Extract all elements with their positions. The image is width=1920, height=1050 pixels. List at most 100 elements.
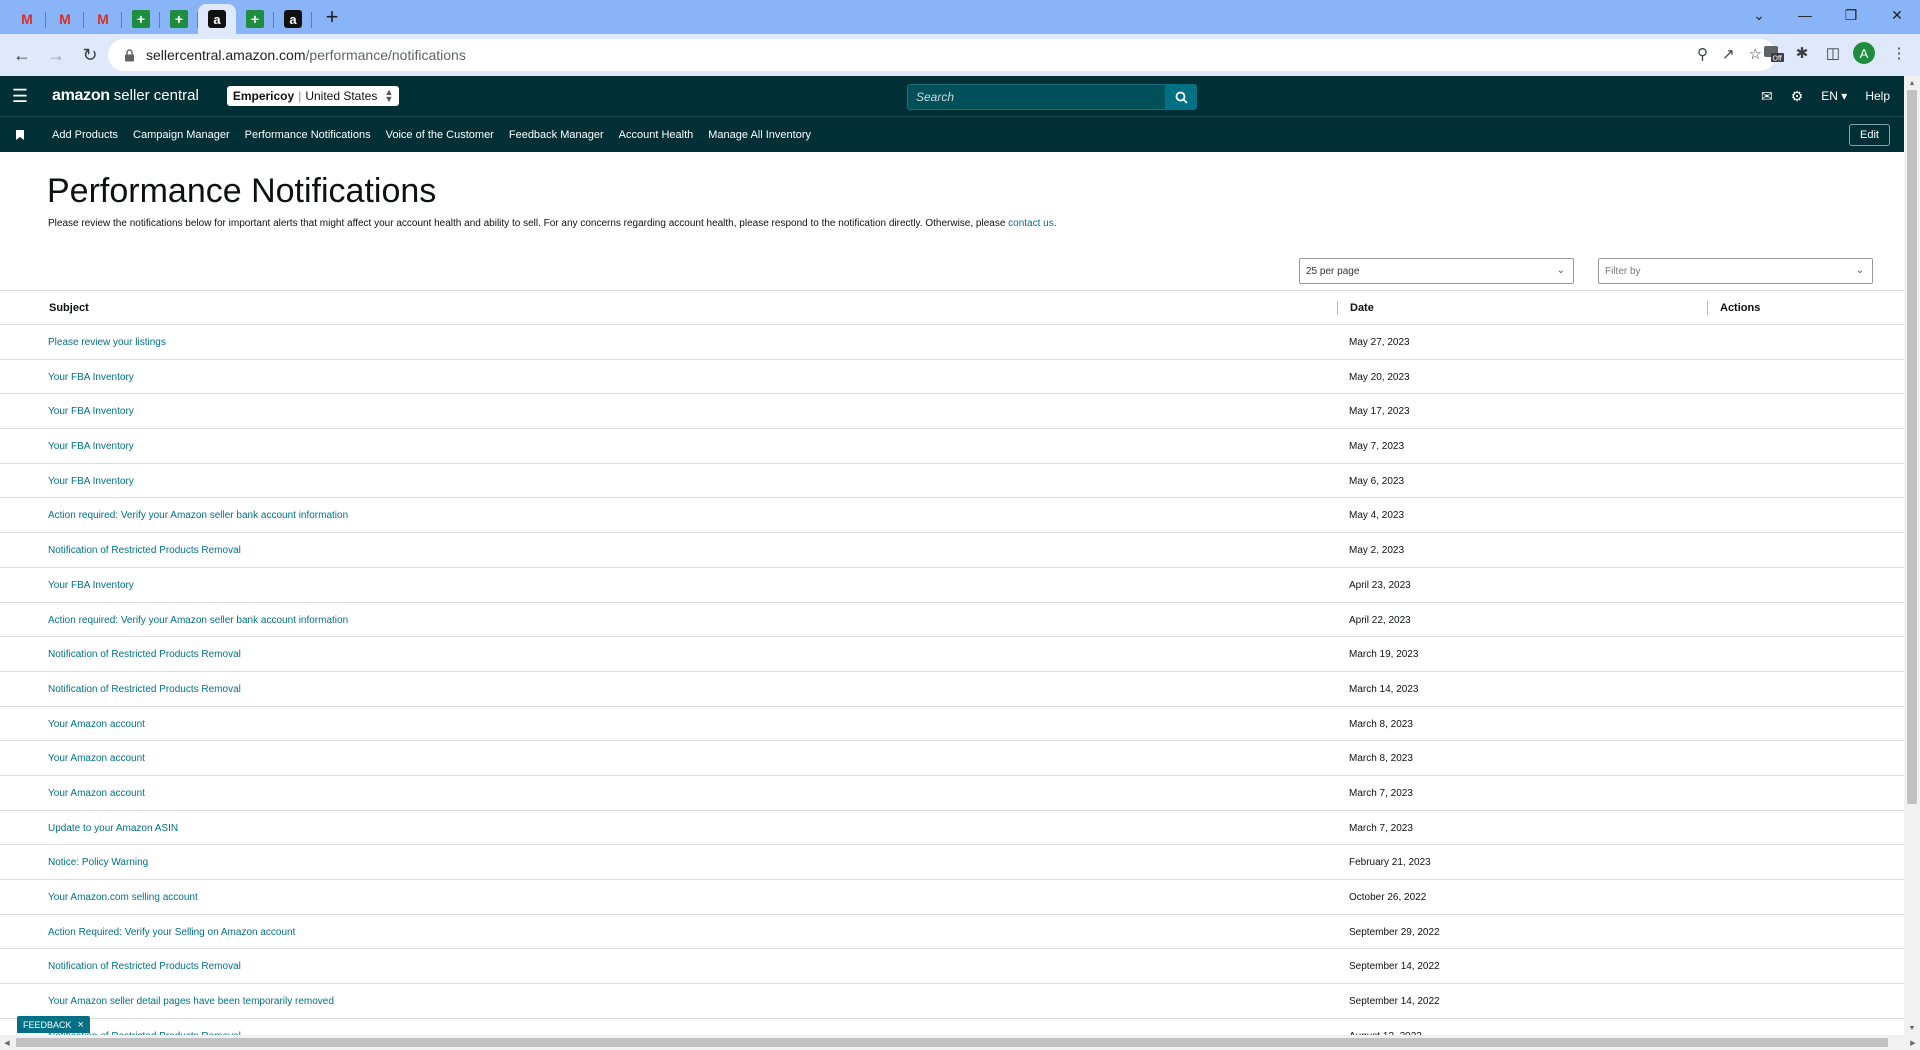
table-row: Action required: Verify your Amazon sell… bbox=[0, 603, 1904, 638]
table-row: Your Amazon seller detail pages have bee… bbox=[0, 984, 1904, 1019]
notification-date: March 7, 2023 bbox=[1349, 822, 1413, 834]
table-row: Notification of Restricted Products Remo… bbox=[0, 1019, 1904, 1035]
amazon-icon: a bbox=[208, 10, 226, 28]
notification-date: March 14, 2023 bbox=[1349, 683, 1419, 695]
column-date[interactable]: Date bbox=[1350, 302, 1374, 314]
notification-subject-link[interactable]: Your FBA Inventory bbox=[48, 406, 134, 417]
notification-subject-link[interactable]: Your Amazon.com selling account bbox=[48, 892, 198, 903]
scroll-thumb[interactable] bbox=[1907, 90, 1917, 804]
back-button[interactable]: ← bbox=[6, 39, 38, 71]
reload-button[interactable]: ↻ bbox=[74, 39, 106, 71]
notification-subject-link[interactable]: Your Amazon account bbox=[48, 719, 145, 730]
settings-gear-icon[interactable]: ⚙ bbox=[1791, 88, 1804, 105]
bookmark-icon[interactable] bbox=[0, 129, 40, 140]
nav-link[interactable]: Add Products bbox=[52, 129, 118, 141]
nav-link[interactable]: Account Health bbox=[619, 129, 694, 141]
side-panel-icon[interactable]: ◫ bbox=[1821, 41, 1845, 65]
notification-subject-link[interactable]: Your Amazon account bbox=[48, 788, 145, 799]
sheets-icon: + bbox=[132, 10, 150, 28]
restore-button[interactable]: ❐ bbox=[1828, 0, 1874, 30]
zoom-icon[interactable]: ⚲ bbox=[1697, 45, 1708, 63]
notification-subject-link[interactable]: Action required: Verify your Amazon sell… bbox=[48, 615, 348, 626]
notification-subject-link[interactable]: Notice: Policy Warning bbox=[48, 857, 148, 868]
notification-subject-link[interactable]: Your Amazon seller detail pages have bee… bbox=[48, 996, 334, 1007]
notification-subject-link[interactable]: Notification of Restricted Products Remo… bbox=[48, 545, 241, 556]
profile-avatar[interactable]: A bbox=[1852, 41, 1876, 65]
share-icon[interactable]: ↗ bbox=[1722, 45, 1735, 63]
per-page-select[interactable]: 25 per page ⌄ bbox=[1299, 258, 1574, 284]
new-tab-button[interactable]: + bbox=[316, 2, 348, 32]
close-window-button[interactable]: ✕ bbox=[1874, 0, 1920, 30]
logo-brand: amazon bbox=[52, 87, 110, 104]
bookmarks-nav-bar: Add Products Campaign Manager Performance … bbox=[0, 116, 1904, 152]
column-divider bbox=[1337, 301, 1338, 315]
browser-tab[interactable]: a bbox=[198, 4, 236, 34]
table-row: Your Amazon account March 7, 2023 bbox=[0, 776, 1904, 811]
notification-date: May 7, 2023 bbox=[1349, 441, 1405, 453]
extension-off-icon[interactable]: Off bbox=[1762, 41, 1786, 65]
scroll-right-icon[interactable]: ▶ bbox=[1906, 1035, 1920, 1050]
gmail-icon: M bbox=[59, 11, 71, 27]
omnibox-actions: ⚲ ↗ ☆ bbox=[1697, 45, 1762, 63]
browser-tab[interactable]: M bbox=[46, 4, 84, 34]
browser-tab[interactable]: + bbox=[236, 4, 274, 34]
filter-select[interactable]: Filter by ⌄ bbox=[1598, 258, 1873, 284]
table-row: Your Amazon account March 8, 2023 bbox=[0, 741, 1904, 776]
nav-link[interactable]: Feedback Manager bbox=[509, 129, 604, 141]
notification-subject-link[interactable]: Notification of Restricted Products Remo… bbox=[48, 961, 241, 972]
scroll-up-icon[interactable]: ▲ bbox=[1904, 76, 1920, 90]
notification-subject-link[interactable]: Your FBA Inventory bbox=[48, 441, 134, 452]
seller-central-logo[interactable]: amazon seller central bbox=[52, 87, 199, 105]
scroll-down-icon[interactable]: ▼ bbox=[1904, 1021, 1920, 1035]
nav-link[interactable]: Performance Notifications bbox=[245, 129, 371, 141]
vertical-scrollbar[interactable]: ▲ ▼ bbox=[1904, 76, 1920, 1035]
notification-subject-link[interactable]: Your FBA Inventory bbox=[48, 476, 134, 487]
notification-subject-link[interactable]: Notification of Restricted Products Remo… bbox=[48, 649, 241, 660]
account-switcher[interactable]: Empericoy | United States ▲ ▼ bbox=[226, 86, 400, 106]
table-row: Your Amazon account March 8, 2023 bbox=[0, 707, 1904, 742]
mail-icon[interactable]: ✉ bbox=[1761, 88, 1773, 105]
edit-nav-button[interactable]: Edit bbox=[1849, 124, 1890, 146]
nav-link[interactable]: Manage All Inventory bbox=[708, 129, 811, 141]
tab-list: M M M + + a + a bbox=[8, 0, 312, 34]
notification-date: April 22, 2023 bbox=[1349, 614, 1411, 626]
table-row: Notification of Restricted Products Remo… bbox=[0, 672, 1904, 707]
browser-menu-icon[interactable]: ⋮ bbox=[1887, 41, 1911, 65]
feedback-button[interactable]: FEEDBACK × bbox=[17, 1016, 90, 1033]
notification-date: May 20, 2023 bbox=[1349, 371, 1410, 383]
notification-subject-link[interactable]: Action Required: Verify your Selling on … bbox=[48, 927, 295, 938]
notification-subject-link[interactable]: Notification of Restricted Products Remo… bbox=[48, 684, 241, 695]
table-row: Your FBA Inventory May 20, 2023 bbox=[0, 360, 1904, 395]
notification-subject-link[interactable]: Please review your listings bbox=[48, 337, 166, 348]
browser-tab[interactable]: + bbox=[122, 4, 160, 34]
nav-link[interactable]: Campaign Manager bbox=[133, 129, 230, 141]
search-button[interactable] bbox=[1165, 84, 1197, 110]
notification-subject-link[interactable]: Update to your Amazon ASIN bbox=[48, 823, 178, 834]
tab-search-icon[interactable]: ⌄ bbox=[1736, 0, 1782, 30]
address-bar[interactable]: sellercentral.amazon.com/performance/not… bbox=[108, 39, 1776, 71]
notification-subject-link[interactable]: Your FBA Inventory bbox=[48, 580, 134, 591]
notification-subject-link[interactable]: Your Amazon account bbox=[48, 753, 145, 764]
browser-tab[interactable]: M bbox=[84, 4, 122, 34]
nav-link[interactable]: Voice of the Customer bbox=[386, 129, 494, 141]
notification-subject-link[interactable]: Your FBA Inventory bbox=[48, 372, 134, 383]
browser-tab[interactable]: + bbox=[160, 4, 198, 34]
minimize-button[interactable]: — bbox=[1782, 0, 1828, 30]
notification-subject-link[interactable]: Action required: Verify your Amazon sell… bbox=[48, 510, 348, 521]
notification-date: March 7, 2023 bbox=[1349, 787, 1413, 799]
scroll-left-icon[interactable]: ◀ bbox=[0, 1035, 14, 1050]
contact-us-link[interactable]: contact us bbox=[1008, 218, 1054, 229]
bookmark-star-icon[interactable]: ☆ bbox=[1749, 45, 1762, 63]
help-link[interactable]: Help bbox=[1865, 89, 1890, 103]
column-subject[interactable]: Subject bbox=[49, 302, 89, 314]
forward-button[interactable]: → bbox=[40, 39, 72, 71]
close-icon[interactable]: × bbox=[78, 1019, 84, 1031]
scroll-thumb[interactable] bbox=[16, 1038, 1888, 1047]
search-input[interactable]: Search bbox=[907, 84, 1165, 110]
browser-tab[interactable]: a bbox=[274, 4, 312, 34]
horizontal-scrollbar[interactable]: ◀ ▶ bbox=[0, 1035, 1920, 1050]
extensions-puzzle-icon[interactable]: ✱ bbox=[1790, 41, 1814, 65]
menu-hamburger-icon[interactable]: ☰ bbox=[0, 76, 40, 116]
language-selector[interactable]: EN ▾ bbox=[1821, 89, 1847, 103]
browser-tab[interactable]: M bbox=[8, 4, 46, 34]
